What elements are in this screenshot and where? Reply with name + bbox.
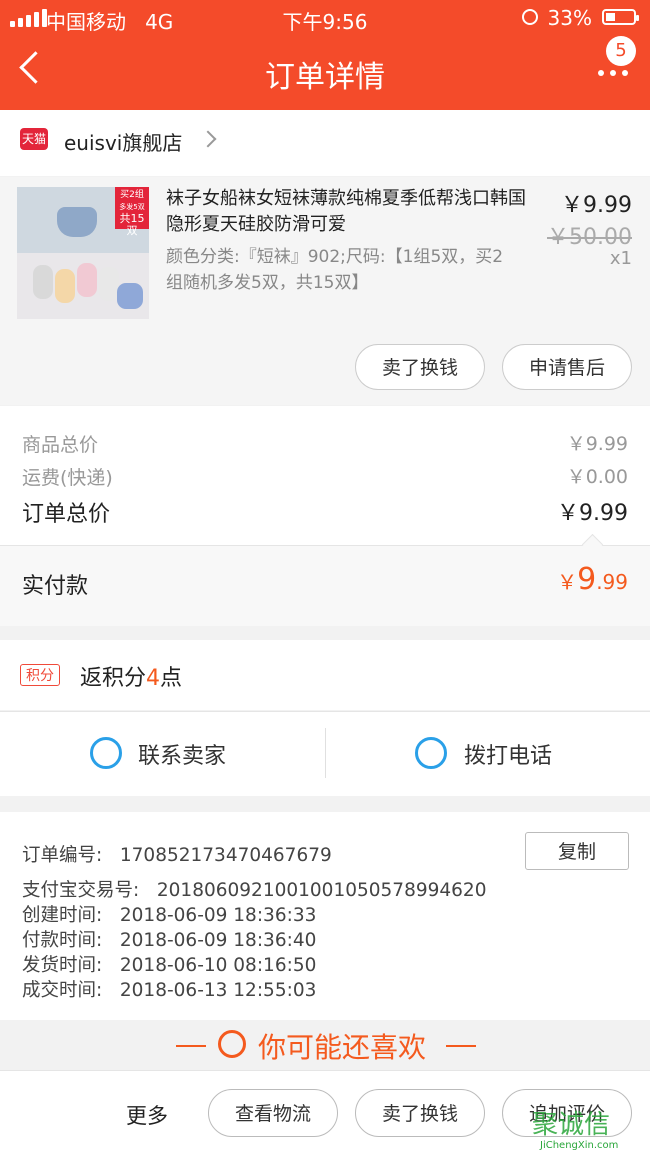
- status-bar: 中国移动 4G 下午9:56 33%: [0, 0, 650, 36]
- promo-label: 买2组 多发5双 共15双: [115, 187, 149, 237]
- divider: [176, 1045, 206, 1047]
- paid-section: [0, 545, 650, 626]
- divider: [446, 1045, 476, 1047]
- tmall-logo-icon: 天猫: [20, 128, 48, 150]
- after-sales-button[interactable]: 申请售后: [502, 344, 632, 390]
- product-quantity: x1: [609, 248, 632, 269]
- completed-time: 成交时间: 2018-06-13 12:55:03: [22, 980, 317, 1001]
- store-name[interactable]: euisvi旗舰店: [64, 127, 182, 156]
- watermark-logo: 聚诚信: [532, 1110, 611, 1140]
- copy-button[interactable]: 复制: [525, 832, 629, 870]
- recommend-title: 你可能还喜欢: [258, 1031, 427, 1064]
- divider: [325, 728, 326, 778]
- resell-button[interactable]: 卖了换钱: [355, 344, 485, 390]
- created-time: 创建时间: 2018-06-09 18:36:33: [22, 905, 317, 926]
- alipay-number: 支付宝交易号: 2018060921001001050578994620: [22, 880, 487, 901]
- heart-icon: [218, 1030, 246, 1058]
- points-text: 返积分4点: [80, 666, 183, 691]
- page-title: 订单详情: [265, 60, 385, 95]
- resell-button-bottom[interactable]: 卖了换钱: [355, 1089, 485, 1137]
- notification-badge: 5: [606, 36, 636, 66]
- contact-seller-label: 联系卖家: [138, 744, 227, 769]
- order-total-label: 订单总价: [22, 502, 111, 527]
- view-logistics-button[interactable]: 查看物流: [208, 1089, 338, 1137]
- watermark-url: JiChengXin.com: [540, 1140, 619, 1151]
- payment-time: 付款时间: 2018-06-09 18:36:40: [22, 930, 317, 951]
- items-total-value: ￥9.99: [566, 433, 628, 455]
- shipped-time: 发货时间: 2018-06-10 08:16:50: [22, 955, 317, 976]
- paid-value: ￥9.99: [557, 562, 628, 597]
- order-total-value: ￥9.99: [557, 501, 628, 526]
- product-spec: 颜色分类:『短袜』902;尺码:【1组5双，买2组随机多发5双，共15双】: [166, 247, 504, 293]
- phone-icon: [415, 737, 447, 769]
- product-title[interactable]: 袜子女船袜女短袜薄款纯棉夏季低帮浅口韩国隐形夏天硅胶防滑可爱: [166, 186, 532, 238]
- order-number: 订单编号: 170852173470467679: [22, 845, 332, 866]
- more-button[interactable]: 更多: [126, 1100, 168, 1130]
- more-icon[interactable]: [598, 70, 628, 76]
- call-phone-label: 拨打电话: [464, 744, 553, 769]
- app-header: 中国移动 4G 下午9:56 33% 订单详情 5: [0, 0, 650, 110]
- paid-label: 实付款: [22, 574, 89, 599]
- product-thumbnail[interactable]: 买2组 多发5双 共15双: [17, 187, 149, 319]
- battery-percent: 33%: [547, 6, 592, 30]
- product-original-price: ￥50.00: [547, 225, 632, 250]
- items-total-label: 商品总价: [22, 434, 99, 456]
- chat-face-icon: [90, 737, 122, 769]
- rotation-lock-icon: [522, 9, 538, 25]
- recommend-header: 你可能还喜欢: [0, 1022, 650, 1070]
- product-price: ￥9.99: [561, 193, 632, 218]
- points-badge: 积分: [20, 664, 60, 686]
- battery-icon: [602, 9, 639, 25]
- shipping-label: 运费(快递): [22, 467, 113, 489]
- shipping-value: ￥0.00: [566, 466, 628, 488]
